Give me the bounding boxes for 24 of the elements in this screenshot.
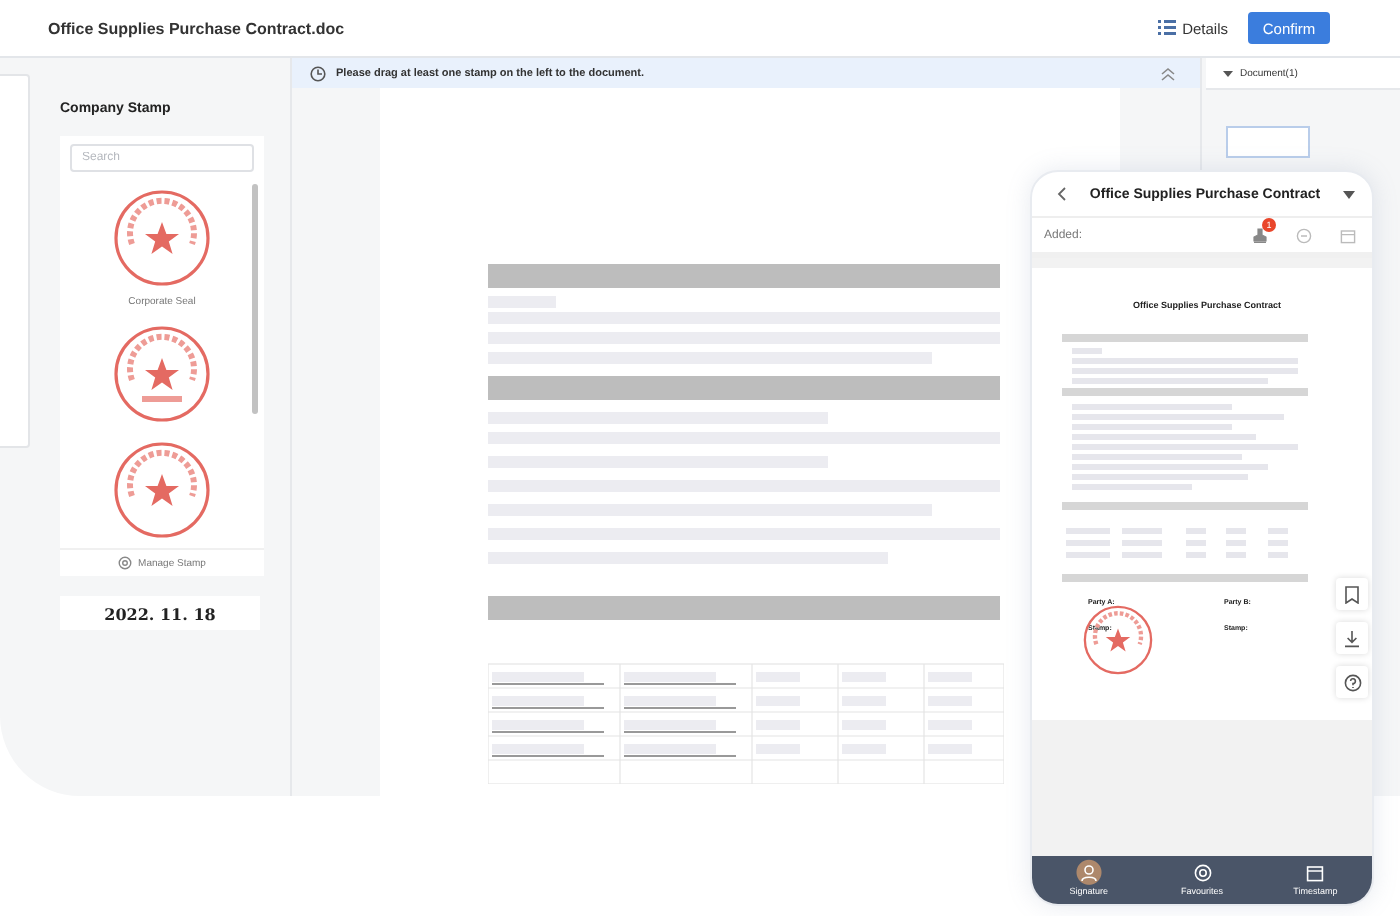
date-stamp[interactable]: 2022. 11. 18 bbox=[60, 596, 260, 630]
caret-icon bbox=[1222, 67, 1234, 79]
stamp-drawing[interactable] bbox=[112, 324, 212, 424]
bookmark-icon bbox=[1344, 585, 1360, 603]
stamp-drawing[interactable] bbox=[1082, 604, 1154, 676]
scrollbar[interactable] bbox=[252, 184, 258, 414]
tool-button[interactable] bbox=[1336, 578, 1368, 610]
calendar-icon bbox=[1306, 864, 1325, 882]
help-icon bbox=[1343, 673, 1361, 691]
stamp-drawing[interactable] bbox=[112, 188, 212, 288]
user-icon bbox=[1079, 864, 1098, 882]
list-icon bbox=[1158, 20, 1177, 36]
collapse-icon[interactable] bbox=[1160, 65, 1176, 81]
dropdown-icon[interactable] bbox=[1342, 189, 1356, 199]
clock-icon bbox=[310, 65, 326, 81]
tool-button[interactable] bbox=[1336, 666, 1368, 698]
back-icon[interactable] bbox=[1056, 186, 1068, 202]
page-thumbnail[interactable] bbox=[1226, 126, 1310, 158]
download-icon bbox=[1344, 629, 1360, 647]
tool-button[interactable] bbox=[1336, 622, 1368, 654]
settings-icon bbox=[118, 556, 133, 570]
document-title: Office Supplies Purchase Contract.doc bbox=[48, 19, 345, 37]
calendar-icon[interactable] bbox=[1340, 227, 1356, 243]
stamp-drawing[interactable] bbox=[112, 440, 212, 540]
